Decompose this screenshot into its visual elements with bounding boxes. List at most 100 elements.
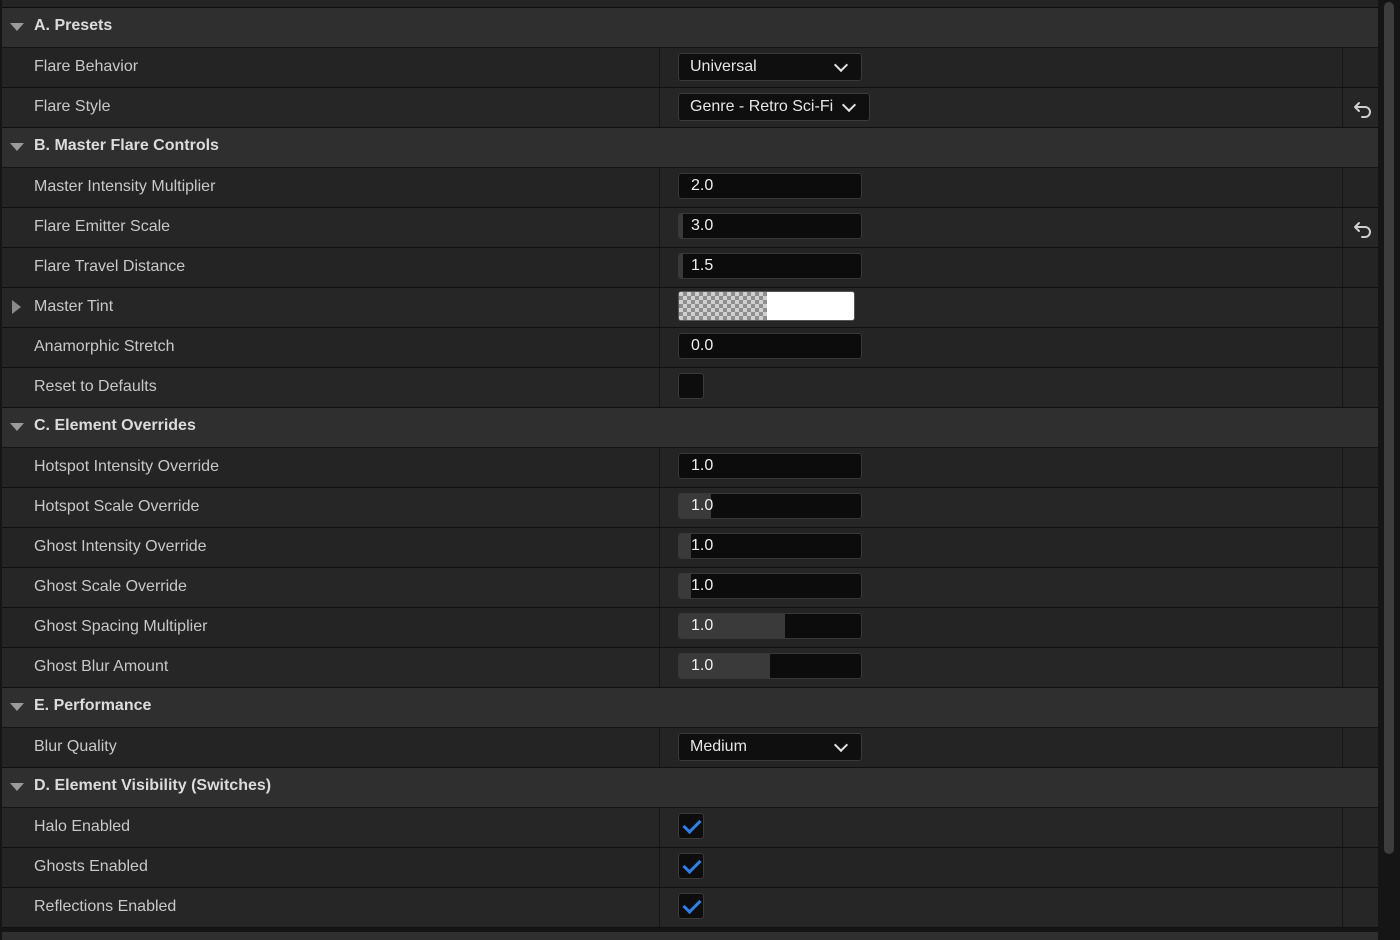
number-field-hotspot-scale-override[interactable]: 1.0 bbox=[678, 493, 862, 519]
section-header-c-element-overrides[interactable]: C. Element Overrides bbox=[2, 408, 1378, 448]
column-divider[interactable] bbox=[659, 288, 660, 327]
reset-column-divider bbox=[1342, 48, 1343, 87]
column-divider[interactable] bbox=[659, 368, 660, 407]
property-row-reflections-enabled: Reflections Enabled bbox=[2, 888, 1378, 928]
reset-column-divider bbox=[1342, 488, 1343, 527]
details-top-edge bbox=[2, 0, 1378, 8]
reset-column-divider bbox=[1342, 88, 1343, 127]
property-row-ghost-intensity-override: Ghost Intensity Override 1.0 bbox=[2, 528, 1378, 568]
reset-column-divider bbox=[1342, 448, 1343, 487]
property-row-master-intensity-multiplier: Master Intensity Multiplier 2.0 bbox=[2, 168, 1378, 208]
number-field-ghost-spacing-multiplier[interactable]: 1.0 bbox=[678, 613, 862, 639]
column-divider[interactable] bbox=[659, 168, 660, 207]
property-label: Master Intensity Multiplier bbox=[34, 178, 216, 195]
column-divider[interactable] bbox=[659, 248, 660, 287]
chevron-down-icon bbox=[833, 57, 849, 73]
dropdown-value: Medium bbox=[690, 738, 747, 755]
number-field-master-intensity-multiplier[interactable]: 2.0 bbox=[678, 173, 862, 199]
number-field-ghost-blur-amount[interactable]: 1.0 bbox=[678, 653, 862, 679]
property-row-ghost-spacing-multiplier: Ghost Spacing Multiplier 1.0 bbox=[2, 608, 1378, 648]
dropdown-blur-quality[interactable]: Medium bbox=[678, 733, 862, 761]
section-header-d-element-visibility-switches[interactable]: D. Element Visibility (Switches) bbox=[2, 768, 1378, 808]
reset-to-default-icon[interactable] bbox=[1352, 97, 1374, 119]
column-divider[interactable] bbox=[659, 608, 660, 647]
property-list: A. Presets Flare Behavior Universal Flare S… bbox=[2, 8, 1378, 928]
number-field-ghost-scale-override[interactable]: 1.0 bbox=[678, 573, 862, 599]
alpha-checkerboard bbox=[679, 292, 767, 320]
number-value: 3.0 bbox=[691, 217, 714, 234]
property-label: Ghost Spacing Multiplier bbox=[34, 618, 208, 635]
property-label: Ghost Intensity Override bbox=[34, 538, 207, 555]
reset-column-divider bbox=[1342, 248, 1343, 287]
property-row-blur-quality: Blur Quality Medium bbox=[2, 728, 1378, 768]
column-divider[interactable] bbox=[659, 208, 660, 247]
column-divider[interactable] bbox=[659, 808, 660, 847]
section-header-a-presets[interactable]: A. Presets bbox=[2, 8, 1378, 48]
checkbox-reflections-enabled[interactable] bbox=[678, 893, 704, 919]
reset-column-divider bbox=[1342, 168, 1343, 207]
property-label: Ghost Blur Amount bbox=[34, 658, 169, 675]
property-label: Hotspot Intensity Override bbox=[34, 458, 219, 475]
number-field-flare-travel-distance[interactable]: 1.5 bbox=[678, 253, 862, 279]
checkmark-icon bbox=[682, 814, 702, 835]
property-row-ghosts-enabled: Ghosts Enabled bbox=[2, 848, 1378, 888]
checkbox-halo-enabled[interactable] bbox=[678, 813, 704, 839]
section-header-e-performance[interactable]: E. Performance bbox=[2, 688, 1378, 728]
column-divider[interactable] bbox=[659, 728, 660, 767]
number-field-flare-emitter-scale[interactable]: 3.0 bbox=[678, 213, 862, 239]
column-divider[interactable] bbox=[659, 48, 660, 87]
property-value: 3.0 bbox=[678, 213, 862, 239]
caret-down-icon[interactable] bbox=[10, 423, 24, 431]
number-value: 1.5 bbox=[691, 257, 714, 274]
chevron-down-icon bbox=[833, 737, 849, 753]
property-row-flare-emitter-scale: Flare Emitter Scale 3.0 bbox=[2, 208, 1378, 248]
dropdown-flare-behavior[interactable]: Universal bbox=[678, 53, 862, 81]
column-divider[interactable] bbox=[659, 328, 660, 367]
slider-fill bbox=[679, 574, 691, 598]
property-value bbox=[678, 813, 704, 839]
caret-down-icon[interactable] bbox=[10, 703, 24, 711]
property-label: Halo Enabled bbox=[34, 818, 131, 835]
caret-down-icon[interactable] bbox=[10, 23, 24, 31]
property-value: 1.5 bbox=[678, 253, 862, 279]
column-divider[interactable] bbox=[659, 888, 660, 927]
checkmark-icon bbox=[682, 894, 702, 915]
number-field-ghost-intensity-override[interactable]: 1.0 bbox=[678, 533, 862, 559]
reset-column-divider bbox=[1342, 528, 1343, 567]
column-divider[interactable] bbox=[659, 88, 660, 127]
slider-fill bbox=[679, 534, 691, 558]
caret-right-icon[interactable] bbox=[12, 300, 21, 314]
section-header-b-master-flare-controls[interactable]: B. Master Flare Controls bbox=[2, 128, 1378, 168]
reset-column-divider bbox=[1342, 848, 1343, 887]
reset-column-divider bbox=[1342, 728, 1343, 767]
property-label: Ghost Scale Override bbox=[34, 578, 187, 595]
caret-down-icon[interactable] bbox=[10, 783, 24, 791]
dropdown-value: Universal bbox=[690, 58, 757, 75]
checkmark-icon bbox=[682, 854, 702, 875]
column-divider[interactable] bbox=[659, 488, 660, 527]
property-row-flare-style: Flare Style Genre - Retro Sci-Fi bbox=[2, 88, 1378, 128]
scrollbar-thumb[interactable] bbox=[1384, 2, 1394, 854]
vertical-scrollbar[interactable] bbox=[1380, 0, 1400, 940]
number-field-hotspot-intensity-override[interactable]: 1.0 bbox=[678, 453, 862, 479]
section-title: E. Performance bbox=[34, 697, 152, 714]
number-value: 1.0 bbox=[691, 657, 714, 674]
color-swatch-master-tint[interactable] bbox=[678, 291, 855, 321]
reset-column-divider bbox=[1342, 648, 1343, 687]
column-divider[interactable] bbox=[659, 448, 660, 487]
dropdown-flare-style[interactable]: Genre - Retro Sci-Fi bbox=[678, 93, 870, 121]
section-title: C. Element Overrides bbox=[34, 417, 196, 434]
column-divider[interactable] bbox=[659, 568, 660, 607]
reset-to-default-icon[interactable] bbox=[1352, 217, 1374, 239]
property-row-flare-behavior: Flare Behavior Universal bbox=[2, 48, 1378, 88]
column-divider[interactable] bbox=[659, 648, 660, 687]
column-divider[interactable] bbox=[659, 848, 660, 887]
caret-down-icon[interactable] bbox=[10, 143, 24, 151]
section-title: D. Element Visibility (Switches) bbox=[34, 777, 272, 794]
number-field-anamorphic-stretch[interactable]: 0.0 bbox=[678, 333, 862, 359]
column-divider[interactable] bbox=[659, 528, 660, 567]
checkbox-ghosts-enabled[interactable] bbox=[678, 853, 704, 879]
property-row-reset-to-defaults: Reset to Defaults bbox=[2, 368, 1378, 408]
checkbox-reset-to-defaults[interactable] bbox=[678, 373, 704, 399]
property-row-hotspot-scale-override: Hotspot Scale Override 1.0 bbox=[2, 488, 1378, 528]
